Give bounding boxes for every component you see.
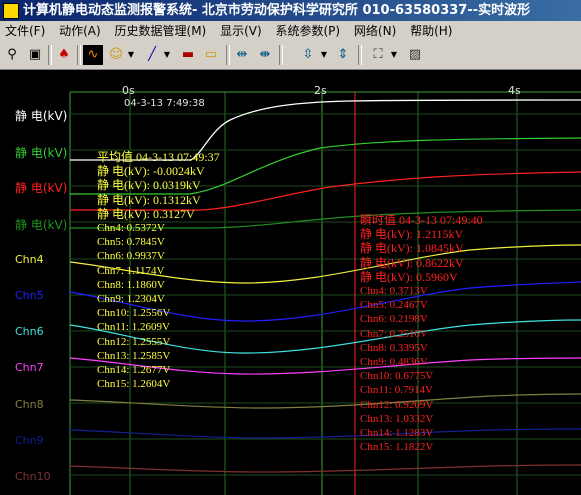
menu-history[interactable]: 历史数据管理(M) [110,21,212,41]
instant-row: Chn6: 0.2198V [360,313,428,326]
compress-v-icon[interactable]: ⇕ [333,45,353,65]
average-row: 静 电(kV): 0.3127V [97,206,195,221]
menu-params[interactable]: 系统参数(P) [270,21,345,41]
instant-row: Chn11: 0.7914V [360,384,433,397]
compress-h-icon[interactable]: ⇼ [255,45,275,65]
channel-label-1[interactable]: 静 电(kV) [15,107,67,124]
toolbar-separator [77,45,81,65]
scope-icon[interactable]: ∿ [83,45,103,65]
channel-label-2[interactable]: 静 电(kV) [15,144,67,161]
fit-icon[interactable]: ▨ [405,45,425,65]
instant-header: 瞬时值 04-3-13 07:49:40 [360,213,483,227]
expand-h-icon[interactable]: ⇹ [232,45,252,65]
instant-row: 静 电(kV): 1.2115kV [360,227,464,242]
average-row: Chn9: 1.2304V [97,293,165,306]
menu-bar: 文件(F) 动作(A) 历史数据管理(M) 显示(V) 系统参数(P) 网络(N… [0,21,581,41]
toolbar-separator [48,45,52,65]
erase-icon[interactable]: ▬ [178,45,198,65]
average-row: Chn4: 0.5372V [97,222,165,235]
average-row: Chn12: 1.2555V [97,335,171,348]
channel-label-chn5[interactable]: Chn5 [15,289,44,302]
instant-row: Chn8: 0.3395V [360,341,428,354]
channel-label-3[interactable]: 静 电(kV) [15,179,67,196]
smiley-icon[interactable]: ☺ [106,45,126,65]
window-titlebar: 计算机静电动态监测报警系统- 北京市劳动保护科学研究所 010-63580337… [0,0,581,21]
channel-label-4[interactable]: 静 电(kV) [15,216,67,233]
toolbar-separator [279,45,283,65]
average-row: Chn8: 1.1860V [97,278,165,291]
monitor-icon[interactable]: ▣ [25,45,45,65]
channel-label-chn8[interactable]: Chn8 [15,398,44,411]
binoculars-icon[interactable]: ⚲ [2,45,22,65]
time-tick-2s: 2s [314,84,327,97]
instant-panel: 瞬时值 04-3-13 07:49:40 静 电(kV): 1.2115kV 静… [360,213,483,454]
bell-icon[interactable]: ♠ [54,45,74,65]
instant-row: Chn10: 0.6775V [360,370,434,383]
instant-row: Chn13: 1.0332V [360,412,434,425]
average-panel: 平均值 04-3-13 07:49:37 静 电(kV): -0.0024kV … [97,150,220,391]
average-row: 静 电(kV): 0.1312kV [97,192,201,207]
channel-label-chn9[interactable]: Chn9 [15,434,44,447]
channel-label-chn4[interactable]: Chn4 [15,253,44,266]
average-row: Chn5: 0.7845V [97,236,165,249]
menu-network[interactable]: 网络(N) [349,21,401,41]
instant-row: Chn5: 0.2467V [360,299,428,312]
channel-label-chn7[interactable]: Chn7 [15,361,44,374]
average-row: Chn13: 1.2585V [97,349,171,362]
zoom-dropdown-icon[interactable]: ▼ [390,45,398,65]
time-tick-0s: 0s [122,84,135,97]
instant-row: Chn9: 0.4836V [360,356,428,369]
average-row: Chn10: 1.2556V [97,307,171,320]
waveform-canvas[interactable] [0,70,581,495]
average-row: 静 电(kV): 0.0319kV [97,178,201,193]
pen-icon[interactable]: ╱ [142,45,162,65]
average-row: 静 电(kV): -0.0024kV [97,164,205,179]
menu-action[interactable]: 动作(A) [54,21,106,41]
app-icon[interactable] [3,3,19,19]
menu-view[interactable]: 显示(V) [215,21,267,41]
pen-dropdown-icon[interactable]: ▼ [163,45,171,65]
instant-row: 静 电(kV): 0.8622kV [360,255,464,270]
average-row: Chn6: 0.9937V [97,250,165,263]
menu-help[interactable]: 帮助(H) [405,21,457,41]
folder-icon[interactable]: ▭ [201,45,221,65]
waveform-chn9 [69,428,581,439]
instant-row: Chn7: 0.2516V [360,327,428,340]
channel-label-chn6[interactable]: Chn6 [15,325,44,338]
instant-row: Chn4: 0.3713V [360,285,428,298]
menu-file[interactable]: 文件(F) [0,21,50,41]
cursor-time: 04-3-13 7:49:38 [124,98,205,109]
time-tick-4s: 4s [508,84,521,97]
toolbar-separator [358,45,362,65]
instant-row: 静 电(kV): 1.0845kV [360,241,464,256]
instant-row: 静 电(kV): 0.5960V [360,269,458,284]
expand-v-icon[interactable]: ⇳ [298,45,318,65]
average-row: Chn7: 1.1174V [97,264,165,277]
toolbar: ⚲ ▣ ♠ ∿ ☺ ▼ ╱ ▼ ▬ ▭ ⇹ ⇼ ⇳ ▼ ⇕ ⛶ ▼ ▨ [0,41,581,70]
window-title: 计算机静电动态监测报警系统- 北京市劳动保护科学研究所 010-63580337… [23,3,531,18]
expand-v-dropdown-icon[interactable]: ▼ [320,45,328,65]
average-header: 平均值 04-3-13 07:49:37 [97,150,220,164]
zoom-icon[interactable]: ⛶ [368,45,388,65]
average-row: Chn14: 1.2677V [97,364,171,377]
average-row: Chn15: 1.2604V [97,378,171,391]
instant-row: Chn15: 1.1822V [360,441,434,454]
waveform-chn8 [69,393,581,409]
average-row: Chn11: 1.2609V [97,321,170,334]
instant-row: Chn14: 1.1283V [360,427,434,440]
channel-label-chn10[interactable]: Chn10 [15,470,51,483]
waveform-chn10 [69,464,581,473]
instant-row: Chn12: 0.9209V [360,398,434,411]
waveform-plot[interactable]: 0s 2s 4s 04-3-13 7:49:38 静 电(kV) 静 电(kV)… [0,70,581,495]
toolbar-separator [226,45,230,65]
smiley-dropdown-icon[interactable]: ▼ [127,45,135,65]
